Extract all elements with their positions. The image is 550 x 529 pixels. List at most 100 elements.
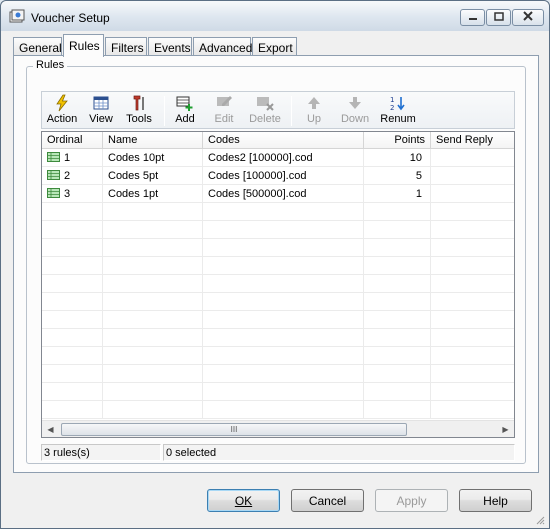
minimize-button[interactable] (460, 9, 485, 26)
tools-button[interactable]: Tools (122, 94, 156, 128)
empty-grid-cell (431, 239, 514, 257)
ordinal-value: 1 (64, 152, 71, 164)
delete-icon (256, 94, 274, 112)
edit-button[interactable]: Edit (209, 94, 239, 128)
help-button[interactable]: Help (459, 489, 532, 512)
empty-grid-cell (203, 329, 364, 347)
empty-grid-cell (103, 221, 203, 239)
table-row[interactable]: 1 Codes 10pt Codes2 [100000].cod 10 (42, 149, 514, 167)
column-header-points[interactable]: Points (364, 132, 431, 149)
name-cell: Codes 5pt (103, 167, 203, 185)
column-header-codes[interactable]: Codes (203, 132, 364, 149)
empty-grid-cell (364, 221, 431, 239)
arrow-up-icon (305, 94, 323, 112)
empty-grid-cell (431, 311, 514, 329)
close-button[interactable] (512, 9, 544, 26)
status-bar: 3 rules(s) 0 selected (41, 444, 515, 461)
name-cell: Codes 1pt (103, 185, 203, 203)
scroll-thumb[interactable]: III (61, 423, 407, 436)
empty-grid-cell (42, 239, 103, 257)
column-header-ordinal[interactable]: Ordinal (42, 132, 103, 149)
points-cell: 1 (364, 185, 431, 203)
empty-grid-cell (103, 275, 203, 293)
apply-label: Apply (396, 494, 427, 508)
delete-button[interactable]: Delete (246, 94, 284, 128)
empty-grid-cell (203, 221, 364, 239)
action-button[interactable]: Action (45, 94, 79, 128)
selection-status: 0 selected (163, 444, 515, 461)
lightning-icon (53, 94, 71, 112)
rule-count-status: 3 rules(s) (41, 444, 161, 461)
send-reply-cell (431, 185, 514, 203)
empty-grid-cell (431, 401, 514, 419)
empty-grid-cell (103, 203, 203, 221)
resize-grip-icon[interactable] (535, 515, 545, 525)
empty-grid-cell (431, 221, 514, 239)
view-button[interactable]: View (86, 94, 116, 128)
scroll-right-button[interactable]: ▶ (497, 421, 514, 437)
tab-rules[interactable]: Rules (63, 34, 104, 57)
rules-toolbar: Action View Tools Add Edit Delete Up Dow… (41, 91, 515, 129)
cancel-button[interactable]: Cancel (291, 489, 364, 512)
empty-grid-cell (431, 347, 514, 365)
table-row[interactable]: 3 Codes 1pt Codes [500000].cod 1 (42, 185, 514, 203)
points-cell: 10 (364, 149, 431, 167)
empty-grid-cell (364, 401, 431, 419)
empty-grid-cell (42, 383, 103, 401)
empty-grid-cell (203, 203, 364, 221)
toolbar-separator (164, 96, 165, 126)
empty-grid-cell (103, 383, 203, 401)
codes-cell: Codes2 [100000].cod (203, 149, 364, 167)
tab-export[interactable]: Export (252, 37, 297, 56)
scroll-left-button[interactable]: ◀ (42, 421, 59, 437)
table-row[interactable]: 2 Codes 5pt Codes [100000].cod 5 (42, 167, 514, 185)
empty-grid-cell (203, 239, 364, 257)
down-button[interactable]: Down (337, 94, 373, 128)
close-icon (523, 11, 533, 24)
empty-grid-cell (103, 239, 203, 257)
send-reply-cell (431, 149, 514, 167)
title-bar[interactable]: Voucher Setup (1, 1, 549, 31)
scroll-right-icon: ▶ (502, 425, 509, 434)
scroll-thumb-grip: III (230, 425, 238, 434)
rules-grid[interactable]: Ordinal Name Codes Points Send Reply 1 C… (41, 131, 515, 438)
scroll-left-icon: ◀ (47, 425, 54, 434)
svg-text:1: 1 (390, 96, 394, 104)
tab-advanced[interactable]: Advanced (193, 37, 252, 56)
empty-grid-cell (42, 329, 103, 347)
empty-grid-row (42, 239, 514, 257)
column-header-name[interactable]: Name (103, 132, 203, 149)
toolbar-separator (291, 96, 292, 126)
ordinal-value: 2 (64, 170, 71, 182)
up-button[interactable]: Up (299, 94, 329, 128)
empty-grid-row (42, 293, 514, 311)
minimize-icon (468, 12, 478, 24)
empty-grid-row (42, 203, 514, 221)
column-header-send-reply[interactable]: Send Reply (431, 132, 514, 149)
edit-icon (215, 94, 233, 112)
empty-grid-cell (364, 239, 431, 257)
empty-grid-cell (364, 257, 431, 275)
tab-filters[interactable]: Filters (105, 37, 147, 56)
empty-grid-cell (431, 383, 514, 401)
tools-label: Tools (126, 113, 152, 125)
empty-grid-cell (203, 275, 364, 293)
horizontal-scrollbar[interactable]: ◀ III ▶ (42, 420, 514, 437)
empty-grid-cell (364, 203, 431, 221)
apply-button[interactable]: Apply (375, 489, 448, 512)
add-button[interactable]: Add (170, 94, 200, 128)
renum-button[interactable]: 1 2 Renum (378, 94, 418, 128)
down-label: Down (340, 113, 370, 125)
renumber-icon: 1 2 (389, 94, 407, 112)
ok-button[interactable]: OK (207, 489, 280, 512)
rules-tab-page: Rules Action View Tools Add Edit Delete … (13, 55, 539, 473)
maximize-icon (493, 11, 504, 24)
empty-grid-row (42, 401, 514, 419)
help-label: Help (483, 494, 508, 508)
tab-events[interactable]: Events (148, 37, 192, 56)
tab-general[interactable]: General (13, 37, 62, 56)
empty-grid-cell (42, 203, 103, 221)
maximize-button[interactable] (486, 9, 511, 26)
add-label: Add (175, 113, 195, 125)
empty-grid-row (42, 257, 514, 275)
